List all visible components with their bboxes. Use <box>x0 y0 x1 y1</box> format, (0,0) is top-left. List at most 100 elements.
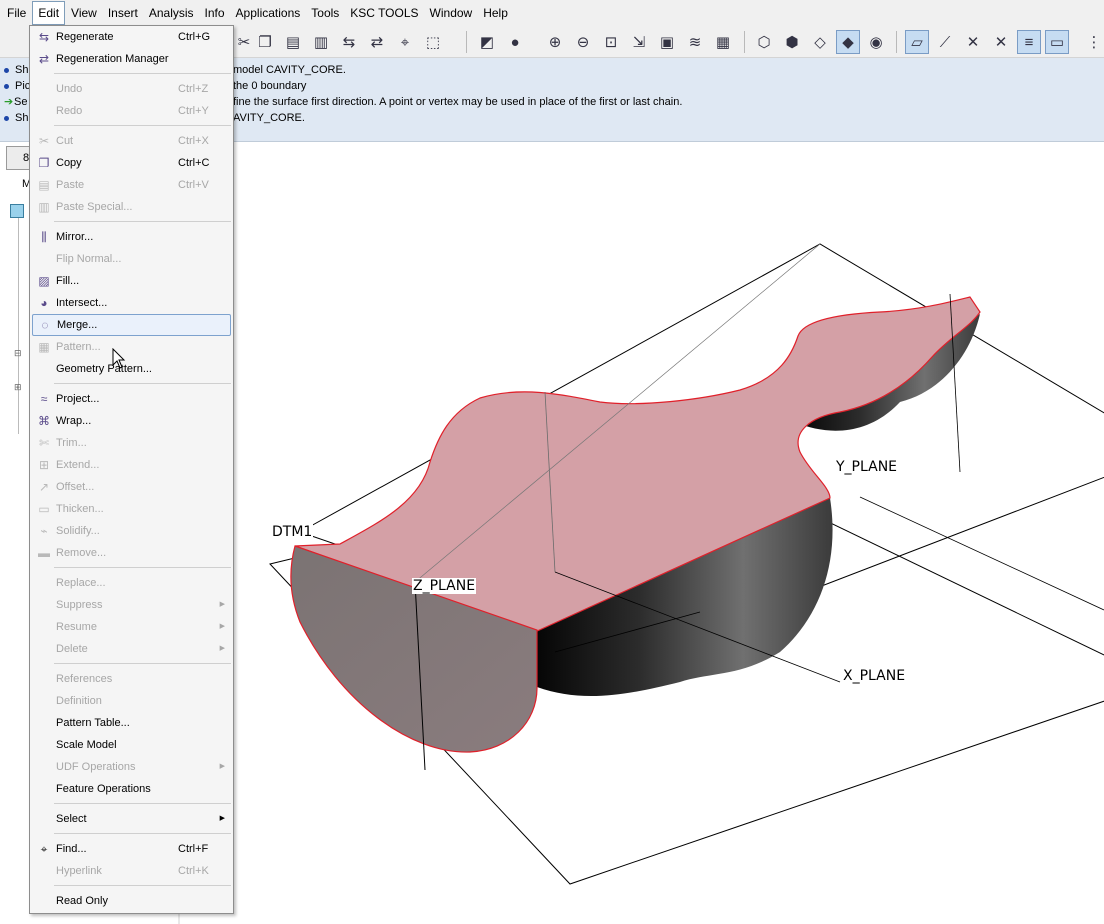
menu-item-intersect[interactable]: ◕ Intersect... <box>32 292 231 314</box>
menu-item-paste-special[interactable]: ▥ Paste Special... <box>32 196 231 218</box>
menu-item-mirror[interactable]: ⫼ Mirror... <box>32 226 231 248</box>
menu-item-feature-operations[interactable]: Feature Operations <box>32 778 231 800</box>
view-manager-tool-icon[interactable]: ▦ <box>711 30 735 54</box>
menu-item-undo[interactable]: Undo Ctrl+Z <box>32 78 231 100</box>
menu-item-flip-normal[interactable]: Flip Normal... <box>32 248 231 270</box>
menu-item-suppress[interactable]: Suppress ▶ <box>32 594 231 616</box>
menu-item-redo[interactable]: Redo Ctrl+Y <box>32 100 231 122</box>
datum-points-tool-icon[interactable]: ✕ <box>961 30 985 54</box>
menu-item-replace[interactable]: Replace... <box>32 572 231 594</box>
submenu-arrow-icon: ▶ <box>219 815 225 822</box>
model-tree-display-tool-icon[interactable]: ▭ <box>1045 30 1069 54</box>
tree-collapse-icon[interactable]: ⊟ <box>14 348 22 359</box>
menu-analysis[interactable]: Analysis <box>144 2 199 24</box>
saved-views-tool-icon[interactable]: ▣ <box>655 30 679 54</box>
menu-item-find[interactable]: ⌖ Find... Ctrl+F <box>32 838 231 860</box>
model-3d-view[interactable] <box>180 142 1104 924</box>
menu-separator <box>54 663 231 664</box>
menu-applications[interactable]: Applications <box>231 2 306 24</box>
menu-item-select[interactable]: Select ▶ <box>32 808 231 830</box>
menu-info[interactable]: Info <box>200 2 230 24</box>
menu-item-scale-model[interactable]: Scale Model <box>32 734 231 756</box>
menu-item-project[interactable]: ≈ Project... <box>32 388 231 410</box>
trim-icon: ✄ <box>38 436 50 450</box>
coordinate-systems-tool-icon[interactable]: ✕ <box>989 30 1013 54</box>
menu-item-pattern-table[interactable]: Pattern Table... <box>32 712 231 734</box>
regenerate-icon: ⇆ <box>38 30 50 44</box>
model-tree-root-icon[interactable] <box>10 204 24 218</box>
menu-item-udf-operations[interactable]: UDF Operations ▶ <box>32 756 231 778</box>
menu-item-trim[interactable]: ✄ Trim... <box>32 432 231 454</box>
info-bullet-icon <box>4 115 9 121</box>
menu-item-wrap[interactable]: ⌘ Wrap... <box>32 410 231 432</box>
toolbar-overflow-icon[interactable]: ⋮ <box>1082 30 1104 54</box>
menu-tools[interactable]: Tools <box>306 2 344 24</box>
offset-icon: ↗ <box>38 480 50 494</box>
menu-help[interactable]: Help <box>478 2 513 24</box>
menu-item-cut[interactable]: ✂ Cut Ctrl+X <box>32 130 231 152</box>
copy-icon: ❐ <box>38 156 50 170</box>
refit-tool-icon[interactable]: ⊡ <box>599 30 623 54</box>
menu-insert[interactable]: Insert <box>103 2 143 24</box>
regeneration-manager-icon: ⇄ <box>38 52 50 66</box>
select-box-tool-icon[interactable]: ⬚ <box>421 30 445 54</box>
spin-center-tool-icon[interactable]: ● <box>503 30 527 54</box>
enhanced-realism-tool-icon[interactable]: ◉ <box>864 30 888 54</box>
datum-label-dtm1[interactable]: DTM1 <box>271 524 314 540</box>
menu-item-fill[interactable]: ▨ Fill... <box>32 270 231 292</box>
shading-tool-icon[interactable]: ◆ <box>836 30 860 54</box>
message-text-2: the 0 boundary <box>233 80 307 92</box>
menu-file[interactable]: File <box>2 2 31 24</box>
no-hidden-tool-icon[interactable]: ◇ <box>808 30 832 54</box>
menu-item-solidify[interactable]: ⌁ Solidify... <box>32 520 231 542</box>
datum-label-y-plane[interactable]: Y_PLANE <box>835 459 899 475</box>
layers-tool-icon[interactable]: ≋ <box>683 30 707 54</box>
regen-manager-tool-icon[interactable]: ⇄ <box>365 30 389 54</box>
menu-item-hyperlink[interactable]: Hyperlink Ctrl+K <box>32 860 231 882</box>
toolbar-separator <box>896 31 897 53</box>
submenu-arrow-icon: ▶ <box>219 763 225 770</box>
menu-item-pattern[interactable]: ▦ Pattern... <box>32 336 231 358</box>
zoom-in-tool-icon[interactable]: ⊕ <box>543 30 567 54</box>
datum-label-z-plane[interactable]: Z_PLANE <box>412 578 477 594</box>
menu-item-resume[interactable]: Resume ▶ <box>32 616 231 638</box>
wireframe-tool-icon[interactable]: ⬡ <box>752 30 776 54</box>
datum-label-x-plane[interactable]: X_PLANE <box>842 668 907 684</box>
repaint-tool-icon[interactable]: ◩ <box>475 30 499 54</box>
toolbar-separator <box>466 31 467 53</box>
paste-tool-icon[interactable]: ▤ <box>281 30 305 54</box>
menu-separator <box>54 833 231 834</box>
annotations-tool-icon[interactable]: ≡ <box>1017 30 1041 54</box>
menu-item-regenerate[interactable]: ⇆ Regenerate Ctrl+G <box>32 26 231 48</box>
menu-item-extend[interactable]: ⊞ Extend... <box>32 454 231 476</box>
menu-ksc-tools[interactable]: KSC TOOLS <box>345 2 423 24</box>
graphics-area[interactable]: DTM1 Z_PLANE Y_PLANE X_PLANE <box>180 142 1104 924</box>
menu-window[interactable]: Window <box>425 2 478 24</box>
reorient-tool-icon[interactable]: ⇲ <box>627 30 651 54</box>
menu-item-delete[interactable]: Delete ▶ <box>32 638 231 660</box>
paste-special-tool-icon[interactable]: ▥ <box>309 30 333 54</box>
menu-item-remove[interactable]: ▬ Remove... <box>32 542 231 564</box>
find-tool-icon[interactable]: ⌖ <box>393 30 417 54</box>
datum-planes-tool-icon[interactable]: ▱ <box>905 30 929 54</box>
menu-item-read-only[interactable]: Read Only <box>32 890 231 912</box>
menu-view[interactable]: View <box>66 2 102 24</box>
menu-item-references[interactable]: References <box>32 668 231 690</box>
cut-icon: ✂ <box>38 134 50 148</box>
menu-item-copy[interactable]: ❐ Copy Ctrl+C <box>32 152 231 174</box>
datum-axes-tool-icon[interactable]: ⟋ <box>933 30 957 54</box>
copy-tool-icon[interactable]: ❐ <box>253 30 277 54</box>
menu-item-regeneration-manager[interactable]: ⇄ Regeneration Manager <box>32 48 231 70</box>
hidden-line-tool-icon[interactable]: ⬢ <box>780 30 804 54</box>
zoom-out-tool-icon[interactable]: ⊖ <box>571 30 595 54</box>
menu-edit[interactable]: Edit <box>32 1 66 25</box>
menu-separator <box>54 73 231 74</box>
menu-item-paste[interactable]: ▤ Paste Ctrl+V <box>32 174 231 196</box>
menu-item-offset[interactable]: ↗ Offset... <box>32 476 231 498</box>
tree-expand-icon[interactable]: ⊞ <box>14 382 22 393</box>
menu-item-thicken[interactable]: ▭ Thicken... <box>32 498 231 520</box>
menu-item-definition[interactable]: Definition <box>32 690 231 712</box>
regenerate-tool-icon[interactable]: ⇆ <box>337 30 361 54</box>
menu-item-merge[interactable]: ◌ Merge... <box>32 314 231 336</box>
menu-item-geometry-pattern[interactable]: Geometry Pattern... <box>32 358 231 380</box>
